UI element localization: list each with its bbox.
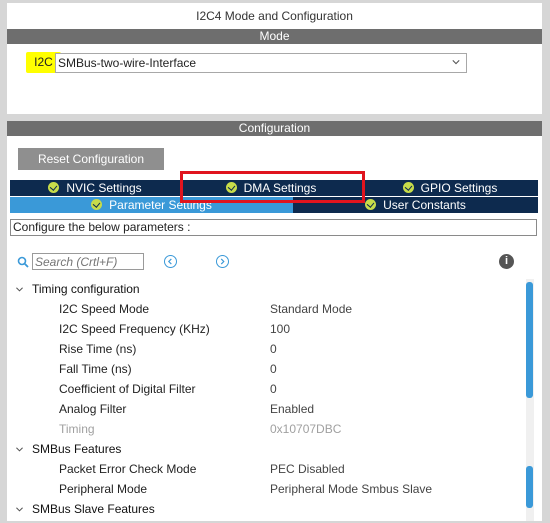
window-title: I2C4 Mode and Configuration <box>196 9 353 23</box>
param-name: Coefficient of Digital Filter <box>59 382 196 396</box>
previous-arrow-icon[interactable] <box>164 255 177 268</box>
configure-hint: Configure the below parameters : <box>10 219 537 236</box>
param-value[interactable]: Peripheral Mode Smbus Slave <box>270 479 432 499</box>
configuration-section-header: Configuration <box>7 121 542 136</box>
tab-nvic-settings[interactable]: NVIC Settings <box>10 180 180 196</box>
scrollbar-thumb-lower[interactable] <box>526 466 533 508</box>
configuration-panel: Configuration Reset Configuration NVIC S… <box>7 121 542 521</box>
param-row[interactable]: Analog Filter Enabled <box>7 399 527 419</box>
param-value[interactable]: Enabled <box>270 399 314 419</box>
chevron-down-icon <box>16 287 23 292</box>
search-icon <box>17 256 29 268</box>
param-name: I2C Speed Frequency (KHz) <box>59 322 210 336</box>
next-arrow-icon[interactable] <box>216 255 229 268</box>
group-label: SMBus Slave Features <box>32 502 155 516</box>
group-timing-configuration[interactable]: Timing configuration <box>7 279 527 299</box>
group-label: SMBus Features <box>32 442 122 456</box>
param-name: Rise Time (ns) <box>59 342 137 356</box>
param-name: Peripheral Mode <box>59 482 148 496</box>
param-name: Fall Time (ns) <box>59 362 132 376</box>
chevron-down-icon <box>16 447 23 452</box>
param-value[interactable]: 0 <box>270 339 277 359</box>
param-row[interactable]: Fall Time (ns) 0 <box>7 359 527 379</box>
search-input[interactable] <box>32 253 144 270</box>
param-row[interactable]: I2C Speed Frequency (KHz) 100 <box>7 319 527 339</box>
check-circle-icon <box>48 182 60 193</box>
group-smbus-slave-features[interactable]: SMBus Slave Features <box>7 499 527 519</box>
param-row[interactable]: Peripheral Mode Peripheral Mode Smbus Sl… <box>7 479 527 499</box>
i2c-mode-selected-value: SMBus-two-wire-Interface <box>58 56 197 70</box>
group-smbus-features[interactable]: SMBus Features <box>7 439 527 459</box>
param-row[interactable]: Coefficient of Digital Filter 0 <box>7 379 527 399</box>
param-value[interactable]: 100 <box>270 319 290 339</box>
reset-configuration-button[interactable]: Reset Configuration <box>18 148 164 170</box>
info-icon[interactable]: i <box>499 254 514 269</box>
param-value[interactable]: Standard Mode <box>270 299 352 319</box>
param-value: 0x10707DBC <box>270 422 342 436</box>
param-name: Packet Error Check Mode <box>59 462 197 476</box>
param-name: I2C Speed Mode <box>59 302 150 316</box>
chevron-down-icon <box>452 60 460 65</box>
dma-settings-highlight-box <box>180 171 365 203</box>
param-row[interactable]: Rise Time (ns) 0 <box>7 339 527 359</box>
group-label: Timing configuration <box>32 282 140 296</box>
tab-label: NVIC Settings <box>66 181 142 195</box>
param-row[interactable]: Packet Error Check Mode PEC Disabled <box>7 459 527 479</box>
param-name: Analog Filter <box>59 402 127 416</box>
param-value[interactable]: 0 <box>270 359 277 379</box>
param-value[interactable]: PEC Disabled <box>270 459 345 479</box>
parameter-tree: Timing configuration I2C Speed Mode Stan… <box>7 279 527 521</box>
param-name: Timing <box>59 422 95 436</box>
tab-gpio-settings[interactable]: GPIO Settings <box>362 180 538 196</box>
chevron-down-icon <box>16 507 23 512</box>
mode-panel: I2C4 Mode and Configuration Mode I2C SMB… <box>7 3 542 114</box>
param-value[interactable]: 0 <box>270 379 277 399</box>
scrollbar-thumb[interactable] <box>526 282 533 398</box>
mode-section-header: Mode <box>7 29 542 44</box>
tab-label: GPIO Settings <box>420 181 498 195</box>
param-row[interactable]: I2C Speed Mode Standard Mode <box>7 299 527 319</box>
check-circle-icon <box>91 199 103 210</box>
check-circle-icon <box>365 199 377 210</box>
tab-label: User Constants <box>383 198 466 212</box>
check-circle-icon <box>402 182 414 193</box>
i2c-mode-select[interactable]: SMBus-two-wire-Interface <box>55 53 467 73</box>
param-row: Timing 0x10707DBC <box>7 419 527 439</box>
